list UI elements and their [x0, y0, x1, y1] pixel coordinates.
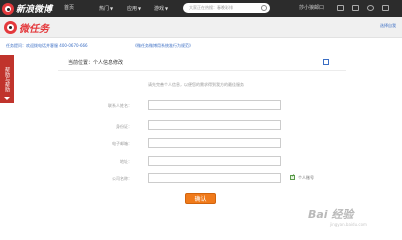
rules-link[interactable]: 《微任务微博用系统准行为规范》: [133, 43, 193, 49]
field-label-company: 公司名称：: [112, 176, 132, 181]
divider: [58, 70, 346, 71]
personal-account-checkbox[interactable]: [290, 173, 295, 180]
company-input[interactable]: [148, 173, 281, 183]
personal-account-label: 个人账号: [298, 175, 314, 180]
arrow-down-icon: [4, 97, 10, 100]
edit-icon[interactable]: [323, 59, 329, 65]
contact-name-input[interactable]: [148, 100, 281, 110]
search-icon[interactable]: [261, 5, 267, 11]
watermark-url: jingyan.baidu.com: [330, 222, 367, 227]
mail-icon[interactable]: [352, 5, 359, 11]
page-header: 微任务: [0, 17, 402, 38]
nav-hot[interactable]: 热门▼: [99, 0, 113, 17]
exit-icon[interactable]: [382, 5, 389, 11]
weibo-eye-icon: [4, 21, 17, 34]
submit-button[interactable]: 确认: [185, 193, 216, 204]
search-input[interactable]: 大家正在热搜：春晚彩排: [183, 3, 270, 13]
gear-icon[interactable]: [367, 5, 374, 11]
field-label-email: 电子邮箱：: [112, 141, 132, 146]
address-input[interactable]: [148, 156, 281, 166]
chevron-down-icon: ▼: [110, 6, 114, 11]
field-label-id-card: 身份证：: [116, 124, 132, 129]
field-label-contact-name: 联系人姓名：: [108, 103, 132, 108]
email-input[interactable]: [148, 138, 281, 148]
nav-apps-label: 应用: [127, 6, 138, 12]
nav-games-label: 游戏: [154, 6, 165, 12]
chevron-down-icon: ▼: [138, 6, 142, 11]
nav-hot-label: 热门: [99, 6, 110, 12]
support-phone-link[interactable]: 任务提问：欢迎拨电话并客服 400-0670-666: [6, 43, 88, 49]
watermark: Bai 经验: [308, 208, 354, 221]
nav-apps[interactable]: 应用▼: [127, 0, 141, 17]
weibo-logo-text: 新浪微博: [16, 5, 53, 15]
search-placeholder: 大家正在热搜：春晚彩排: [189, 5, 233, 10]
top-nav-bar: 新浪微博 首页 热门▼ 应用▼ 游戏▼ 大家正在热搜：春晚彩排 莎小狼邮口: [0, 0, 402, 17]
task-logo[interactable]: 微任务: [4, 20, 49, 35]
id-card-input[interactable]: [148, 120, 281, 130]
weibo-eye-icon: [2, 2, 14, 15]
task-logo-text: 微任务: [19, 24, 49, 35]
nav-games[interactable]: 游戏▼: [154, 0, 168, 17]
help-side-tab[interactable]: 帮助与帮助: [0, 55, 14, 103]
weibo-logo[interactable]: 新浪微博: [2, 2, 52, 15]
breadcrumb: 当前位置：个人信息修改: [68, 60, 124, 66]
message-icon[interactable]: [337, 5, 344, 11]
user-name[interactable]: 莎小狼邮口: [299, 0, 324, 17]
form-notice: 请先完善个人信息，以便您的需求得到我方的最佳服务: [148, 82, 244, 87]
nav-home[interactable]: 首页: [64, 0, 74, 17]
chevron-down-icon: ▼: [165, 6, 169, 11]
select-self-link[interactable]: 选择自我: [380, 23, 396, 29]
field-label-address: 地址：: [120, 159, 132, 164]
